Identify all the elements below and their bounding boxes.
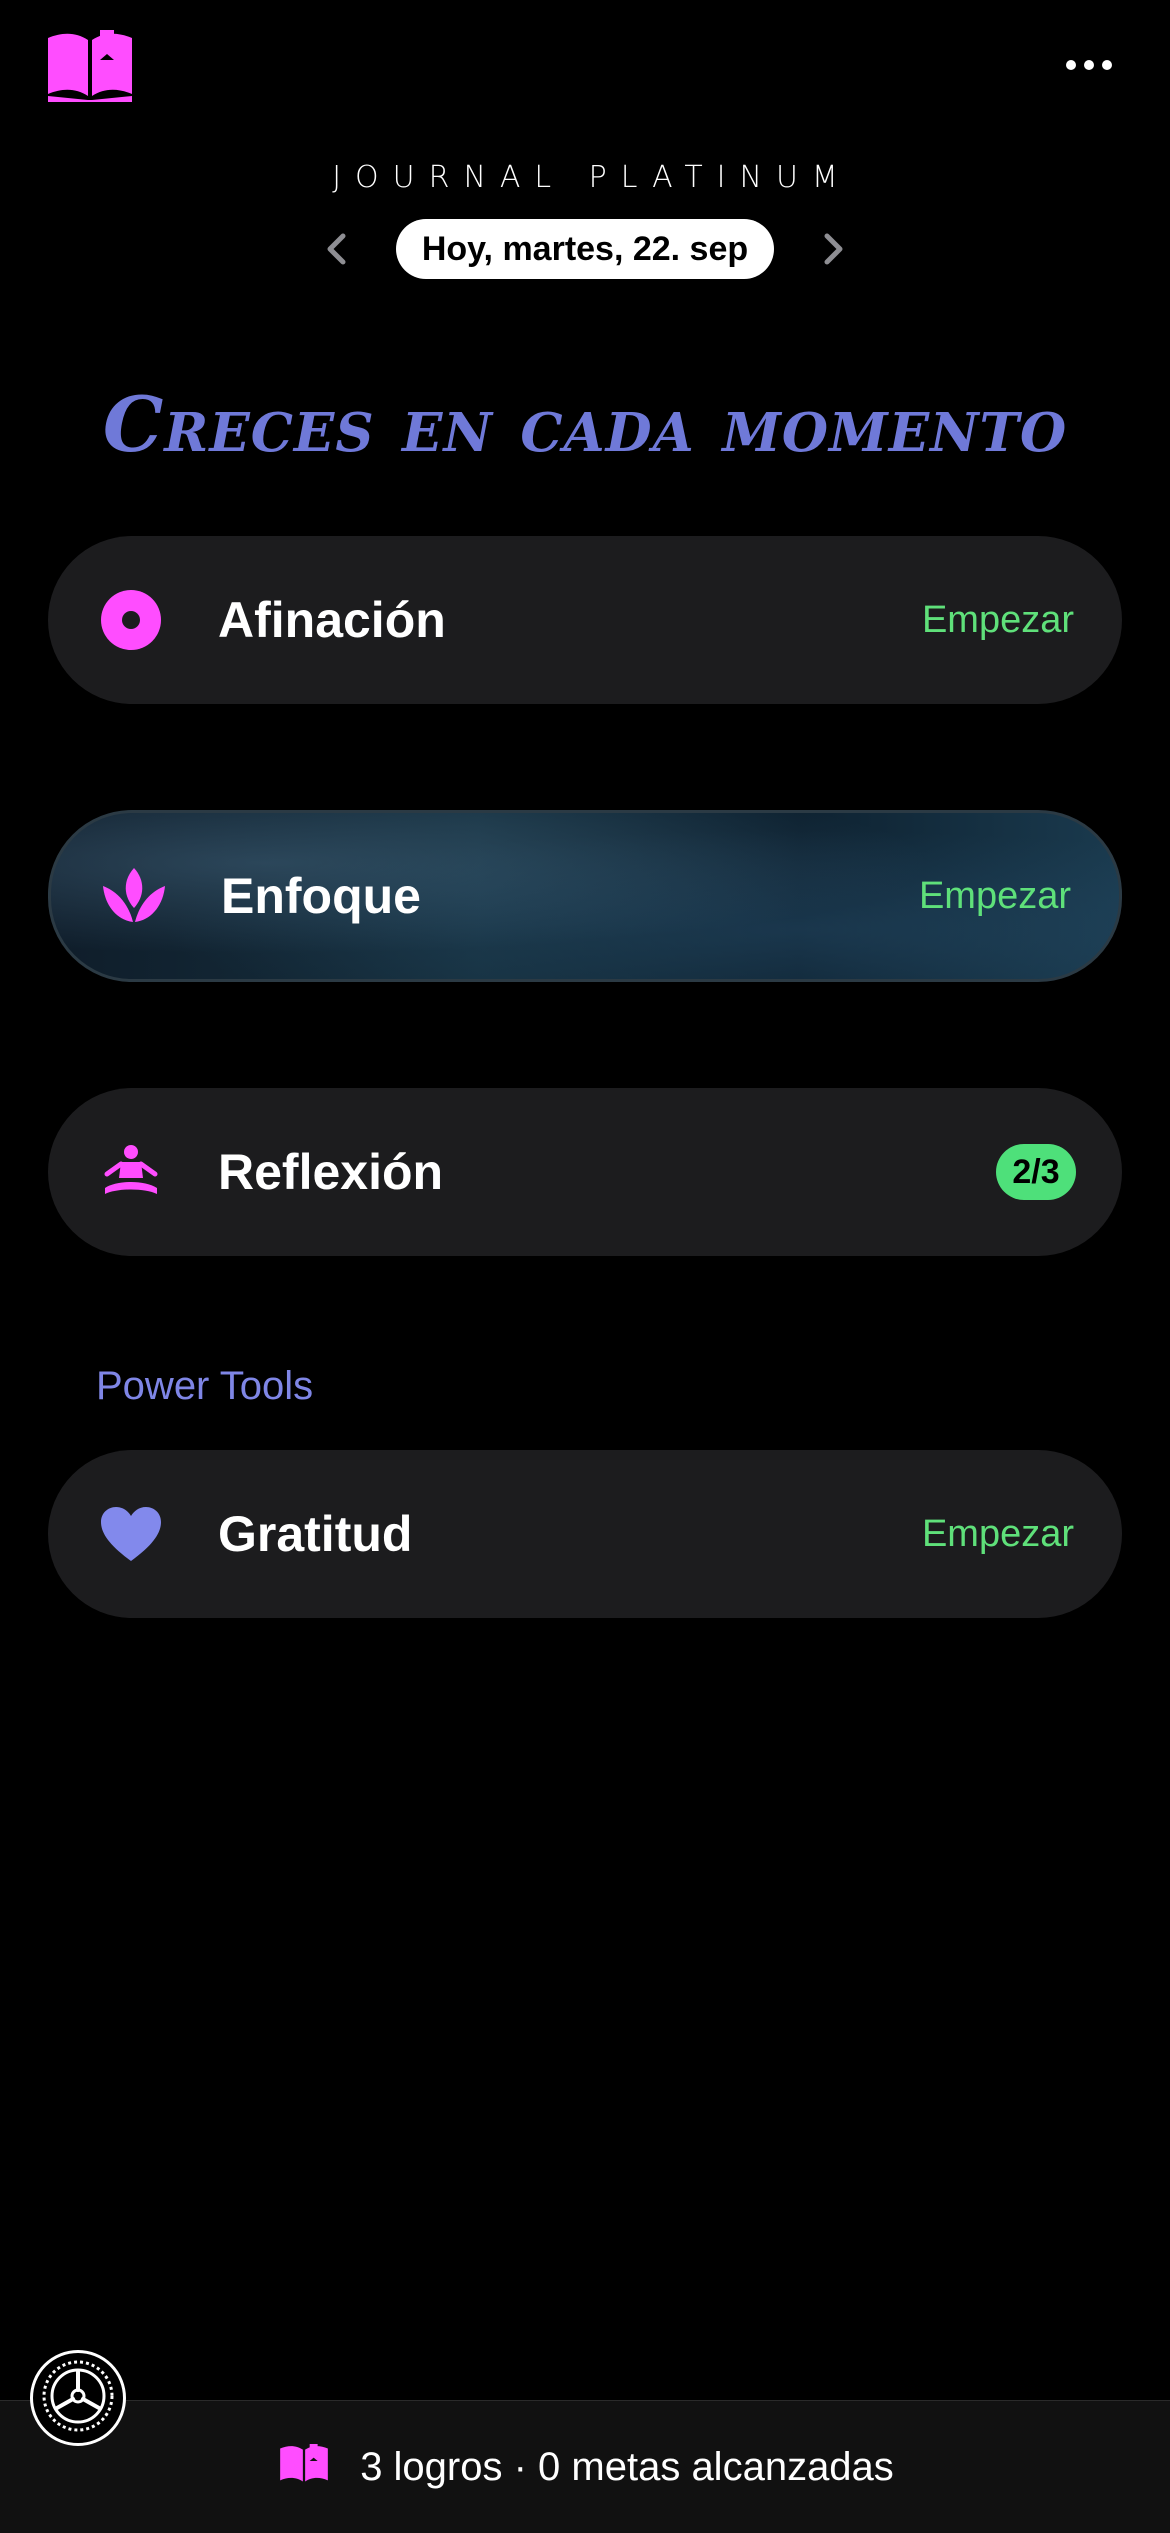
card-gratitud[interactable]: Gratitud Empezar	[48, 1450, 1122, 1618]
card-label: Afinación	[218, 592, 446, 648]
start-button[interactable]: Empezar	[919, 875, 1071, 918]
meditation-icon	[98, 1139, 164, 1205]
heart-icon	[98, 1501, 164, 1567]
achievements-summary: 3 logros · 0 metas alcanzadas	[360, 2444, 894, 2489]
progress-badge: 2/3	[996, 1144, 1076, 1200]
lotus-icon	[101, 863, 167, 929]
app-title: JOURNAL PLATINUM	[332, 160, 852, 195]
gear-icon	[40, 2358, 116, 2439]
chevron-left-icon[interactable]	[316, 229, 356, 269]
more-options-button[interactable]	[1054, 40, 1124, 90]
open-book-icon[interactable]	[44, 30, 136, 104]
date-navigator: Hoy, martes, 22. sep	[0, 218, 1170, 280]
card-reflexion[interactable]: Reflexión 2/3	[48, 1088, 1122, 1256]
date-label[interactable]: Hoy, martes, 22. sep	[395, 219, 775, 279]
card-label: Gratitud	[218, 1506, 413, 1562]
chevron-right-icon[interactable]	[814, 229, 854, 269]
tagline: Creces en cada momento	[102, 380, 1068, 469]
card-label: Enfoque	[221, 868, 421, 924]
card-label: Reflexión	[218, 1144, 444, 1200]
achievements-footer[interactable]: 3 logros · 0 metas alcanzadas	[0, 2400, 1170, 2533]
start-button[interactable]: Empezar	[922, 1513, 1074, 1556]
ellipsis-icon	[1066, 60, 1076, 70]
start-button[interactable]: Empezar	[922, 599, 1074, 642]
card-afinacion[interactable]: Afinación Empezar	[48, 536, 1122, 704]
card-enfoque[interactable]: Enfoque Empezar	[48, 810, 1122, 982]
section-title-power-tools: Power Tools	[96, 1364, 314, 1408]
record-circle-icon	[98, 587, 164, 653]
open-book-icon	[276, 2443, 332, 2491]
settings-button[interactable]	[30, 2350, 126, 2446]
